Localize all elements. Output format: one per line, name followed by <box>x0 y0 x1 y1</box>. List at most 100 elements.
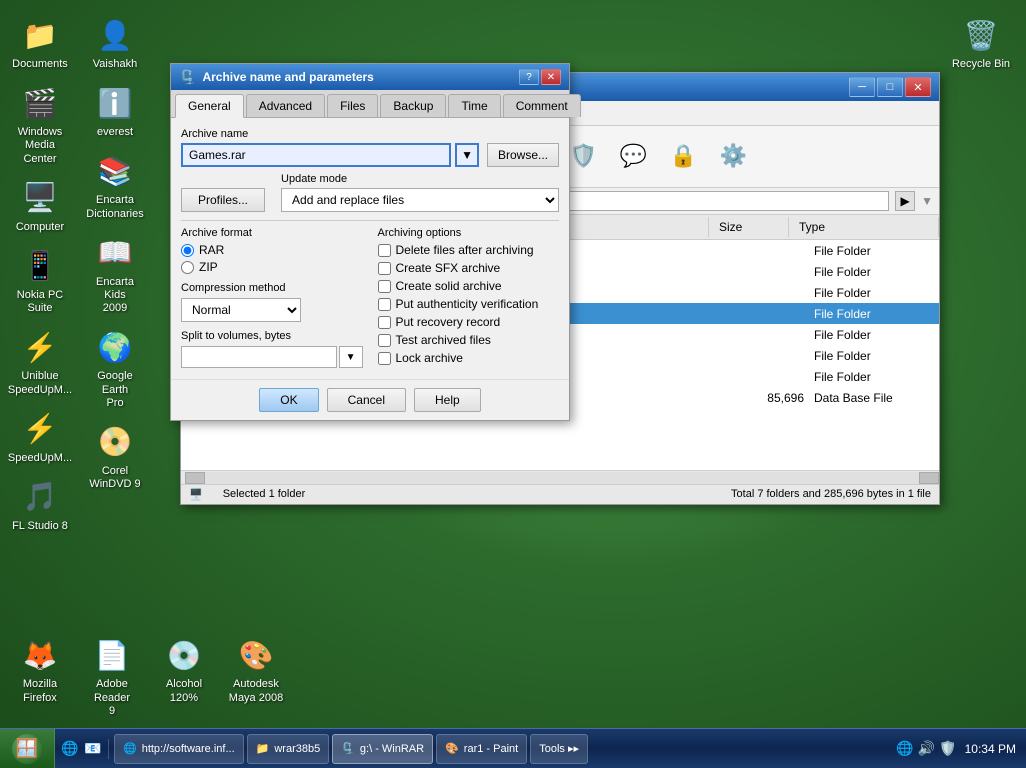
start-button[interactable]: 🪟 <box>0 729 55 768</box>
cancel-button[interactable]: Cancel <box>327 388 406 412</box>
toolbar-comment[interactable]: 💬 <box>610 136 656 178</box>
dialog-titlebar: 🗜️ Archive name and parameters ? ✕ <box>171 64 569 90</box>
compression-select[interactable]: Normal Store Fastest Fast Good Best <box>181 298 301 322</box>
archive-name-input[interactable] <box>181 143 451 167</box>
update-mode-select[interactable]: Add and replace files Update and add fil… <box>281 188 559 212</box>
file-type: File Folder <box>814 265 934 279</box>
archive-name-row: Archive name ▼ Browse... <box>181 128 559 167</box>
scroll-track[interactable] <box>205 472 919 484</box>
ql-ie-icon[interactable]: 🌐 <box>60 739 80 759</box>
divider <box>181 220 559 221</box>
check-recovery-label: Put recovery record <box>396 315 501 329</box>
check-delete-item: Delete files after archiving <box>378 243 560 257</box>
check-test[interactable] <box>378 334 391 347</box>
radio-rar[interactable] <box>181 244 194 257</box>
radio-rar-item: RAR <box>181 243 363 257</box>
help-button[interactable]: Help <box>414 388 481 412</box>
desktop-icon-adobe[interactable]: 📄 Adobe Reader9 <box>77 630 147 723</box>
taskbar-item-paint[interactable]: 🎨 rar1 - Paint <box>436 734 527 764</box>
close-button[interactable]: ✕ <box>905 77 931 97</box>
check-delete[interactable] <box>378 244 391 257</box>
winrar-icon: 🗜️ <box>341 742 355 755</box>
taskbar-item-wrar[interactable]: 📁 wrar38b5 <box>247 734 330 764</box>
profiles-button[interactable]: Profiles... <box>181 188 265 212</box>
archive-dialog: 🗜️ Archive name and parameters ? ✕ Gener… <box>170 63 570 421</box>
tab-time[interactable]: Time <box>448 94 500 117</box>
tray-network-icon[interactable]: 🌐 <box>896 740 913 757</box>
tray-volume-icon[interactable]: 🔊 <box>918 740 935 757</box>
scroll-left[interactable] <box>185 472 205 484</box>
dialog-title-icon: 🗜️ <box>179 69 196 86</box>
desktop-icon-encarta-kids[interactable]: 📖 Encarta Kids2009 <box>80 228 150 321</box>
desktop-icon-fl[interactable]: 🎵 FL Studio 8 <box>5 472 75 538</box>
tab-files[interactable]: Files <box>327 94 378 117</box>
desktop-icon-speedup[interactable]: ⚡ SpeedUpM... <box>5 404 75 470</box>
desktop-icon-everest[interactable]: ℹ️ everest <box>80 78 150 144</box>
check-lock-item: Lock archive <box>378 351 560 365</box>
split-input[interactable] <box>181 346 337 368</box>
desktop-icon-google-earth[interactable]: 🌍 Google EarthPro <box>80 322 150 415</box>
desktop-icon-recycle[interactable]: 🗑️ Recycle Bin <box>946 10 1016 76</box>
ql-media-icon[interactable]: 📧 <box>83 739 103 759</box>
paint-label: rar1 - Paint <box>464 743 518 755</box>
desktop-icon-wmc2[interactable]: 🎬 WindowsMedia Center <box>5 78 75 171</box>
split-dropdown-button[interactable]: ▼ <box>339 346 363 368</box>
taskbar-item-winrar[interactable]: 🗜️ g:\ - WinRAR <box>332 734 433 764</box>
desktop-icon-documents2[interactable]: 📁 Documents <box>5 10 75 76</box>
check-solid-label: Create solid archive <box>396 279 502 293</box>
file-type: File Folder <box>814 328 934 342</box>
check-recovery[interactable] <box>378 316 391 329</box>
check-lock[interactable] <box>378 352 391 365</box>
check-test-item: Test archived files <box>378 333 560 347</box>
check-auth[interactable] <box>378 298 391 311</box>
archive-format-label: Archive format <box>181 227 363 239</box>
compression-section: Compression method Normal Store Fastest … <box>181 282 363 322</box>
tab-advanced[interactable]: Advanced <box>246 94 325 117</box>
horizontal-scrollbar[interactable] <box>181 470 939 484</box>
dialog-help-button[interactable]: ? <box>519 69 539 85</box>
check-solid[interactable] <box>378 280 391 293</box>
archive-name-input-row: ▼ <box>181 143 479 167</box>
col-size[interactable]: Size <box>709 217 789 237</box>
scroll-right[interactable] <box>919 472 939 484</box>
status-total: Total 7 folders and 285,696 bytes in 1 f… <box>731 488 931 501</box>
taskbar-item-browser[interactable]: 🌐 http://software.inf... <box>114 734 244 764</box>
tab-general[interactable]: General <box>175 94 244 118</box>
virus-icon: 🛡️ <box>567 140 599 172</box>
dialog-close-button[interactable]: ✕ <box>541 69 561 85</box>
taskbar-item-tools[interactable]: Tools ▸▸ <box>530 734 588 764</box>
desktop-icon-uniblue[interactable]: ⚡ UniblueSpeedUpM... <box>5 322 75 401</box>
desktop-icon-firefox[interactable]: 🦊 MozillaFirefox <box>5 630 75 723</box>
archiving-options-label: Archiving options <box>378 227 560 239</box>
browse-button[interactable]: Browse... <box>487 143 559 167</box>
minimize-button[interactable]: ─ <box>849 77 875 97</box>
paint-icon: 🎨 <box>445 742 459 755</box>
check-test-label: Test archived files <box>396 333 491 347</box>
check-sfx[interactable] <box>378 262 391 275</box>
tray-shield-icon[interactable]: 🛡️ <box>939 740 956 757</box>
file-size: 85,696 <box>734 391 814 405</box>
desktop-icon-computer2[interactable]: 🖥️ Computer <box>5 173 75 239</box>
check-solid-item: Create solid archive <box>378 279 560 293</box>
status-icon: 🖥️ <box>189 488 203 501</box>
desktop-icon-maya[interactable]: 🎨 AutodeskMaya 2008 <box>221 630 291 723</box>
tab-backup[interactable]: Backup <box>380 94 446 117</box>
col-type[interactable]: Type <box>789 217 939 237</box>
toolbar-protect[interactable]: 🔒 <box>660 136 706 178</box>
desktop-icon-nokia[interactable]: 📱 Nokia PCSuite <box>5 241 75 320</box>
radio-zip[interactable] <box>181 261 194 274</box>
status-selected: Selected 1 folder <box>223 488 306 501</box>
split-label: Split to volumes, bytes <box>181 330 363 342</box>
desktop-icon-corel[interactable]: 📀 CorelWinDVD 9 <box>80 417 150 496</box>
tab-comment[interactable]: Comment <box>503 94 581 117</box>
maximize-button[interactable]: □ <box>877 77 903 97</box>
desktop-icon-encarta-dict[interactable]: 📚 EncartaDictionaries <box>80 146 150 225</box>
dialog-title: Archive name and parameters <box>202 70 373 84</box>
address-go-button[interactable]: ▶ <box>895 191 915 211</box>
toolbar-sfx[interactable]: ⚙️ <box>710 136 756 178</box>
desktop-icon-vaishakh2[interactable]: 👤 Vaishakh <box>80 10 150 76</box>
ok-button[interactable]: OK <box>259 388 318 412</box>
two-col-section: Archive format RAR ZIP Compression metho… <box>181 227 559 369</box>
profiles-update-row: Profiles... Update mode Add and replace … <box>181 173 559 212</box>
desktop-icon-alcohol[interactable]: 💿 Alcohol 120% <box>149 630 219 723</box>
